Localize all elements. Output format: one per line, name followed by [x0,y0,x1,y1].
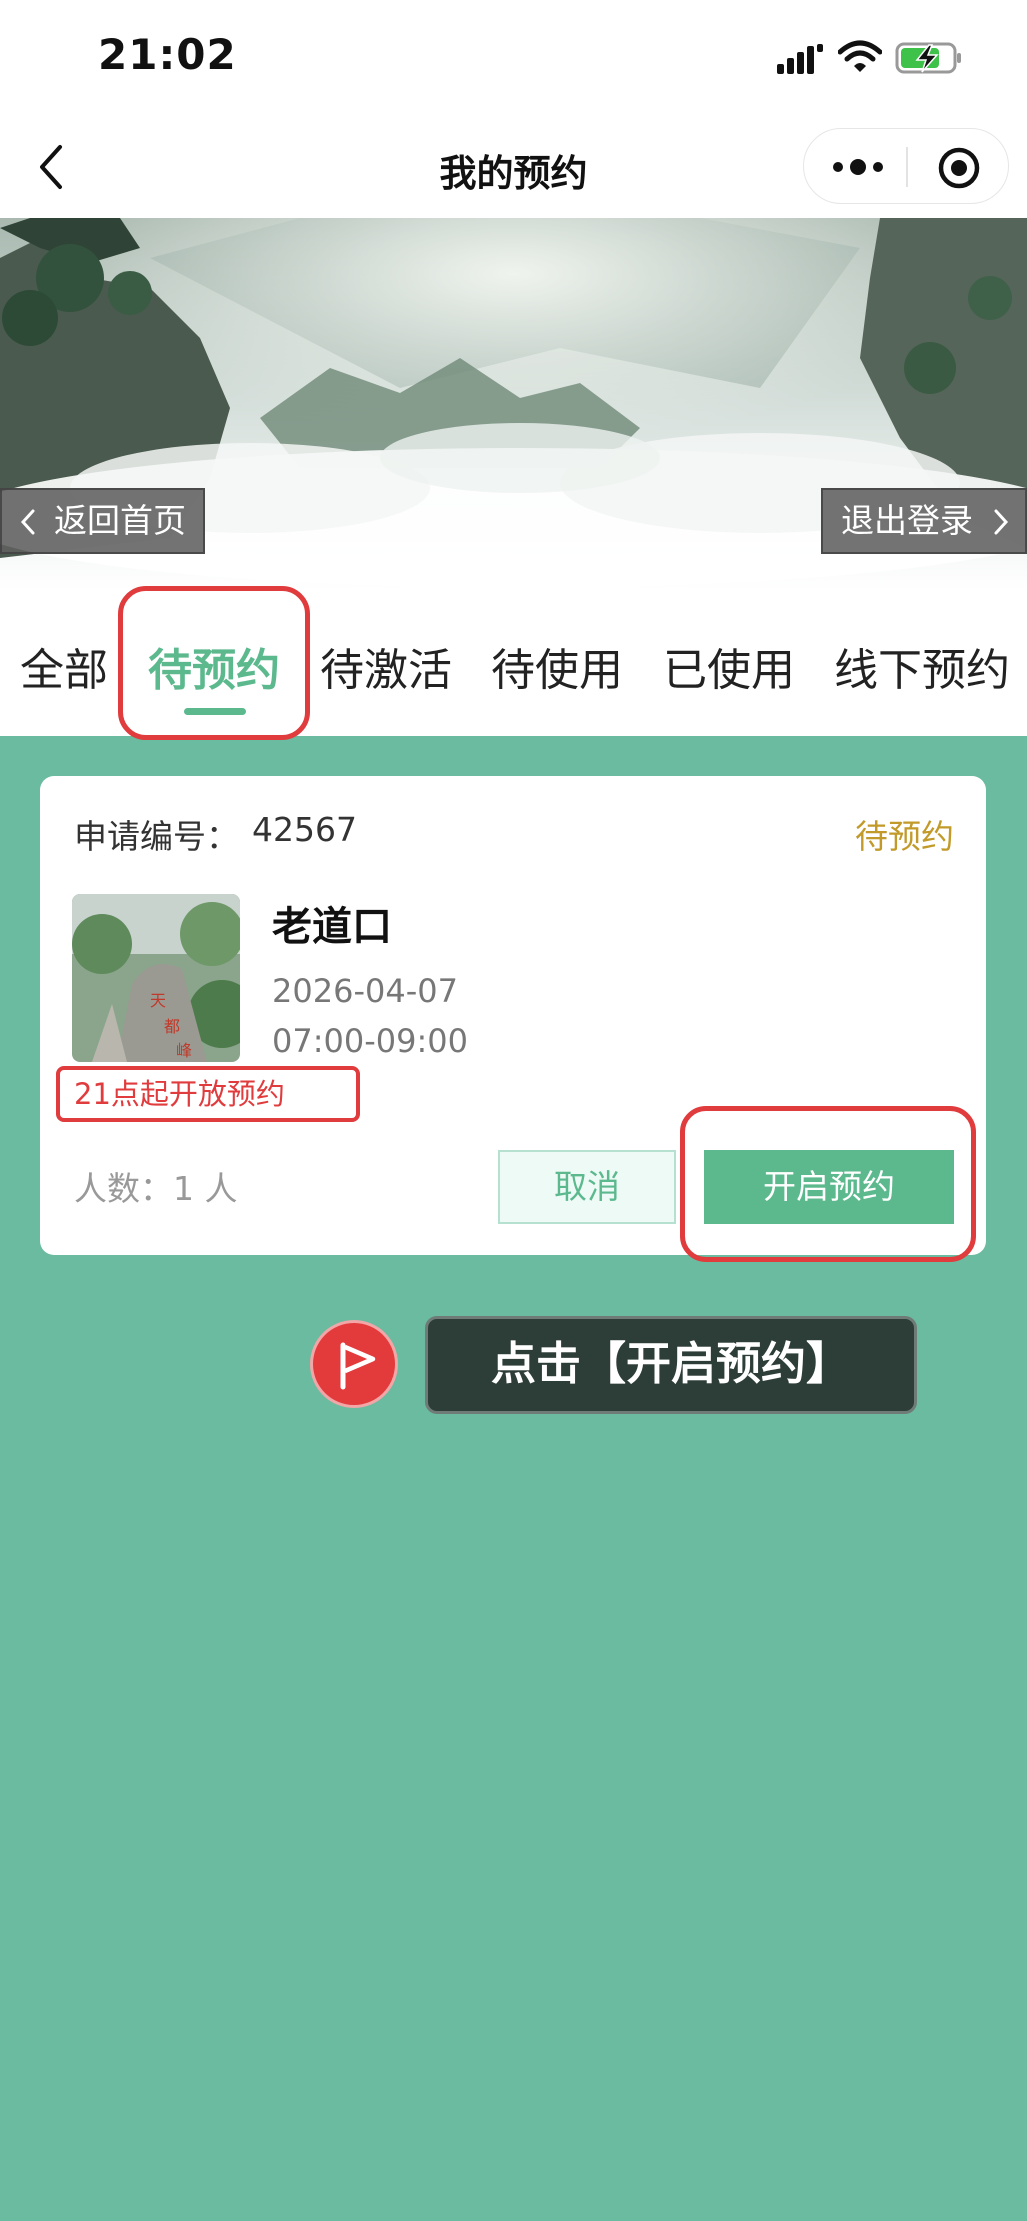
guide-flag-badge [310,1320,398,1408]
tab-all[interactable]: 全部 [20,634,108,698]
cancel-button[interactable]: 取消 [498,1150,676,1224]
flag-icon [340,1342,376,1390]
svg-text:都: 都 [164,1017,180,1036]
visit-date: 2026-04-07 [272,972,458,1010]
nav-bar: 我的预约 [0,115,1027,218]
back-home-button[interactable]: 返回首页 [0,488,205,554]
tab-offline-booking[interactable]: 线下预约 [834,634,1010,698]
svg-text:天: 天 [150,991,166,1010]
guide-tip: 点击【开启预约】 [425,1316,917,1414]
status-bar: 21:02 [0,0,1027,115]
tab-pending-use[interactable]: 待使用 [491,634,623,698]
chevron-left-icon [20,509,35,535]
chevron-right-icon [994,509,1009,535]
banner: 返回首页 退出登录 [0,218,1027,590]
status-time: 21:02 [98,30,237,79]
logout-label: 退出登录 [841,501,973,540]
tab-pending-activation[interactable]: 待激活 [320,634,452,698]
visit-time-range: 07:00-09:00 [272,1022,468,1060]
open-time-notice: 21点起开放预约 [56,1066,360,1122]
booking-card: 申请编号： 42567 待预约 天 都 峰 老道口 2026-04-07 07:… [40,776,986,1262]
place-thumbnail: 天 都 峰 [72,894,240,1062]
mini-program-capsule [803,128,1009,204]
application-number-label: 申请编号： [74,817,239,856]
application-number: 42567 [252,810,357,849]
battery-charging-icon [895,42,961,74]
status-badge: 待预约 [855,817,954,856]
people-count: 人数：1 人 [74,1169,238,1208]
tab-used[interactable]: 已使用 [663,634,795,698]
place-name: 老道口 [272,904,392,950]
svg-text:峰: 峰 [176,1041,192,1060]
target-circle-icon[interactable] [936,145,982,191]
logout-button[interactable]: 退出登录 [821,488,1027,554]
open-button-highlight-frame [680,1106,976,1262]
back-home-label: 返回首页 [54,501,186,540]
capsule-divider [906,147,908,187]
tab-highlight-frame [118,586,310,740]
more-dots-icon[interactable] [830,153,886,181]
wifi-icon [838,40,882,72]
signal-icon [777,44,823,74]
